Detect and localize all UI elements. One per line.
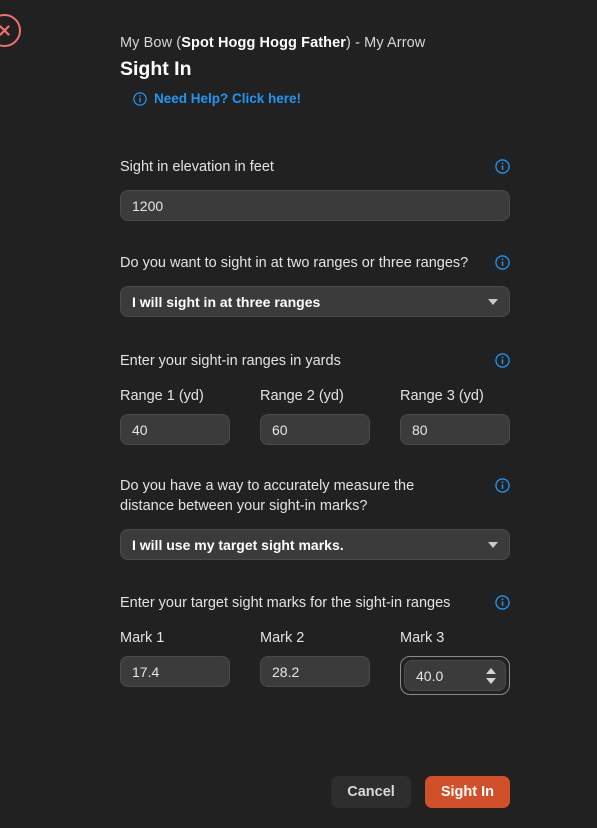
marks-label-row: Enter your target sight marks for the si… — [120, 593, 510, 613]
range-3-label: Range 3 (yd) — [400, 387, 510, 405]
range-count-select[interactable]: I will sight in at three ranges — [120, 286, 510, 317]
marks-columns: Mark 1 Mark 2 Mark 3 — [120, 629, 510, 695]
measure-method-field-block: Do you have a way to accurately measure … — [120, 476, 510, 560]
info-circle-icon[interactable] — [495, 353, 510, 368]
info-circle-icon[interactable] — [495, 255, 510, 270]
need-help-link[interactable]: Need Help? Click here! — [154, 91, 301, 106]
mark-1-label: Mark 1 — [120, 629, 230, 647]
info-circle-icon[interactable] — [495, 595, 510, 610]
measure-method-select[interactable]: I will use my target sight marks. — [120, 529, 510, 560]
range-3-input[interactable] — [400, 414, 510, 445]
range-1-label: Range 1 (yd) — [120, 387, 230, 405]
ranges-label: Enter your sight-in ranges in yards — [120, 351, 341, 371]
spinner-down-icon[interactable] — [486, 678, 496, 684]
measure-method-label: Do you have a way to accurately measure … — [120, 476, 472, 516]
info-circle-icon[interactable] — [495, 159, 510, 174]
cancel-button[interactable]: Cancel — [331, 776, 411, 808]
mark-1-column: Mark 1 — [120, 629, 230, 695]
subtitle-suffix: ) - My Arrow — [346, 35, 425, 51]
mark-2-input[interactable] — [260, 656, 370, 687]
dialog-content: My Bow (Spot Hogg Hogg Father) - My Arro… — [120, 0, 510, 695]
range-count-select-wrap: I will sight in at three ranges — [120, 286, 510, 317]
range-1-input[interactable] — [120, 414, 230, 445]
range-count-label: Do you want to sight in at two ranges or… — [120, 253, 468, 273]
range-1-column: Range 1 (yd) — [120, 387, 230, 445]
dialog-footer: Cancel Sight In — [331, 776, 510, 808]
mark-3-input-wrapper — [400, 656, 510, 695]
page-title: Sight In — [120, 57, 510, 81]
mark-3-column: Mark 3 — [400, 629, 510, 695]
marks-label: Enter your target sight marks for the si… — [120, 593, 450, 613]
subtitle-prefix: My Bow ( — [120, 35, 181, 51]
sight-in-submit-button[interactable]: Sight In — [425, 776, 510, 808]
elevation-input[interactable] — [120, 190, 510, 221]
mark-1-input[interactable] — [120, 656, 230, 687]
ranges-field-block: Enter your sight-in ranges in yards Rang… — [120, 351, 510, 445]
close-icon — [0, 24, 11, 37]
close-dialog-button[interactable] — [0, 14, 21, 47]
range-2-label: Range 2 (yd) — [260, 387, 370, 405]
range-count-field-block: Do you want to sight in at two ranges or… — [120, 253, 510, 317]
number-spinner[interactable] — [486, 668, 496, 684]
elevation-label-row: Sight in elevation in feet — [120, 157, 510, 177]
elevation-label: Sight in elevation in feet — [120, 157, 274, 177]
measure-method-select-wrap: I will use my target sight marks. — [120, 529, 510, 560]
range-count-label-row: Do you want to sight in at two ranges or… — [120, 253, 510, 273]
dialog-header: My Bow (Spot Hogg Hogg Father) - My Arro… — [120, 0, 510, 106]
bow-arrow-subtitle: My Bow (Spot Hogg Hogg Father) - My Arro… — [120, 33, 510, 53]
mark-3-label: Mark 3 — [400, 629, 510, 647]
range-3-column: Range 3 (yd) — [400, 387, 510, 445]
elevation-field-block: Sight in elevation in feet — [120, 157, 510, 221]
bow-name: Spot Hogg Hogg Father — [181, 35, 346, 51]
need-help-link-row[interactable]: Need Help? Click here! — [120, 91, 301, 106]
info-circle-icon[interactable] — [495, 478, 510, 493]
ranges-columns: Range 1 (yd) Range 2 (yd) Range 3 (yd) — [120, 387, 510, 445]
ranges-label-row: Enter your sight-in ranges in yards — [120, 351, 510, 371]
marks-field-block: Enter your target sight marks for the si… — [120, 593, 510, 695]
info-circle-icon — [133, 92, 147, 106]
range-2-column: Range 2 (yd) — [260, 387, 370, 445]
measure-method-label-row: Do you have a way to accurately measure … — [120, 476, 510, 516]
mark-2-column: Mark 2 — [260, 629, 370, 695]
mark-2-label: Mark 2 — [260, 629, 370, 647]
spinner-up-icon[interactable] — [486, 668, 496, 674]
range-2-input[interactable] — [260, 414, 370, 445]
